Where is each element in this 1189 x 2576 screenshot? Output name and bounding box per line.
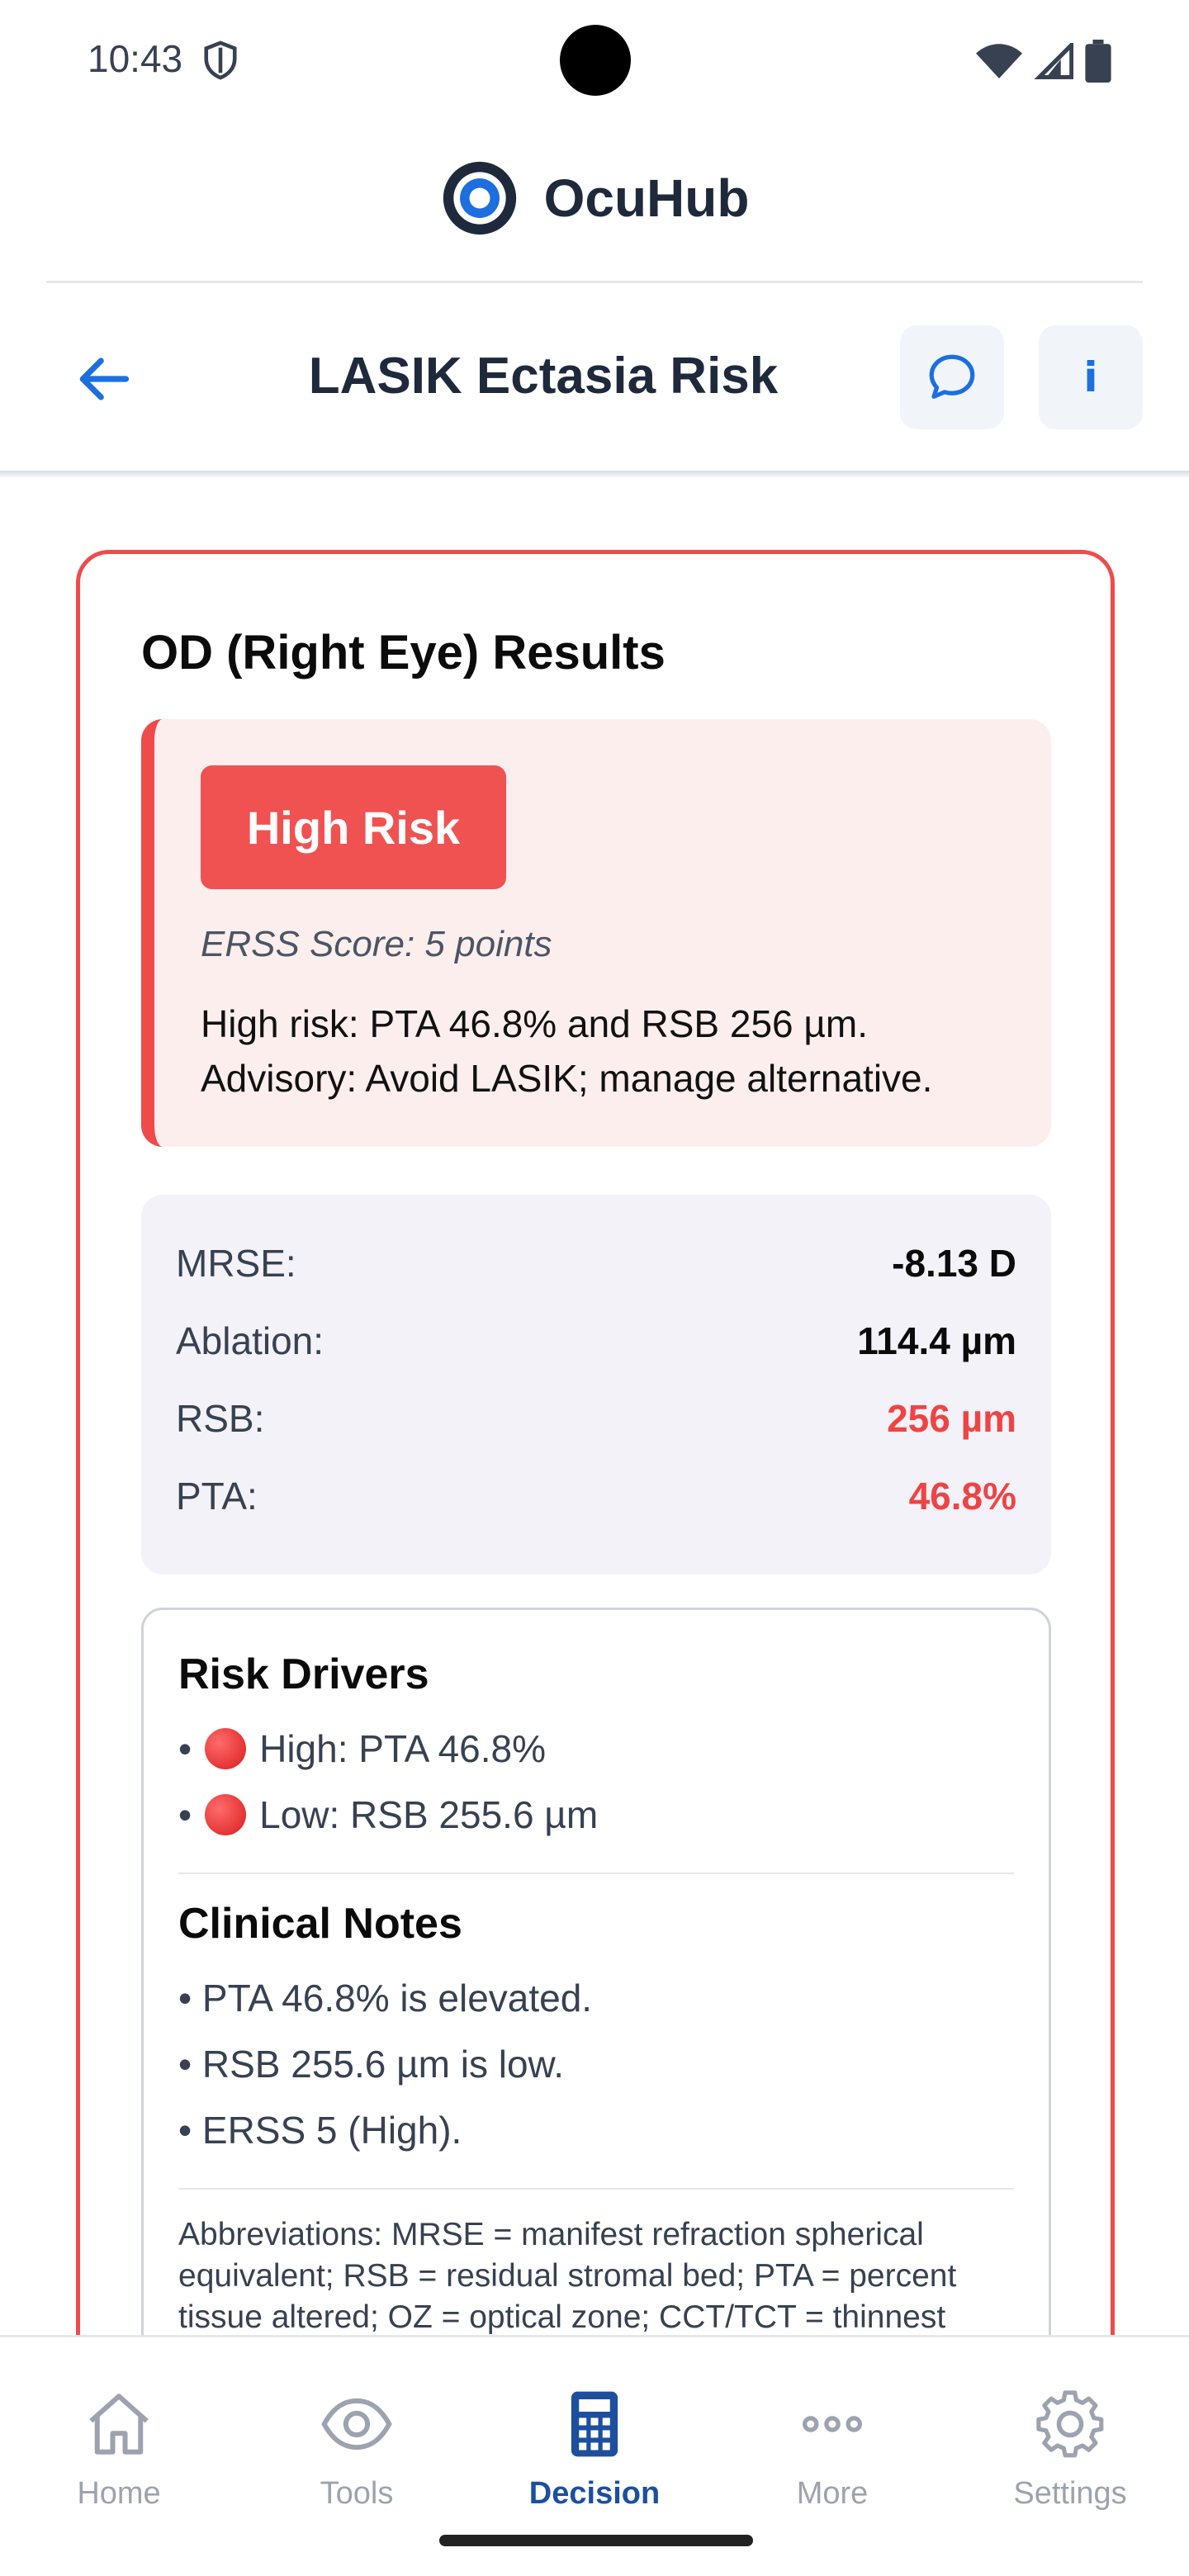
result-title: OD (Right Eye) Results xyxy=(141,626,666,680)
gear-icon xyxy=(1036,2390,1104,2458)
risk-badge: High Risk xyxy=(201,765,506,889)
nav-label: Settings xyxy=(1013,2476,1127,2511)
metric-row-rsb: RSB: 256 µm xyxy=(176,1396,1016,1474)
calculator-icon xyxy=(571,2391,618,2457)
app-title: OcuHub xyxy=(543,168,750,228)
clinical-note-item: • PTA 46.8% is elevated. xyxy=(178,1977,593,2020)
app-logo-icon xyxy=(443,161,516,235)
risk-driver-item: • High: PTA 46.8% xyxy=(178,1716,1014,1782)
wifi-icon xyxy=(976,44,1022,78)
risk-panel: High Risk ERSS Score: 5 points High risk… xyxy=(141,719,1051,1147)
bullet-icon: • xyxy=(178,1793,192,1836)
metric-value: 114.4 µm xyxy=(857,1319,1016,1362)
nav-decision[interactable]: Decision xyxy=(495,2387,694,2519)
app-header: OcuHub xyxy=(0,149,1189,248)
result-card: OD (Right Eye) Results High Risk ERSS Sc… xyxy=(76,550,1115,2516)
metric-label: RSB: xyxy=(176,1397,265,1440)
info-icon: i xyxy=(1083,353,1098,401)
metric-value-alert: 256 µm xyxy=(887,1397,1016,1440)
risk-description-line: High risk: PTA 46.8% and RSB 256 µm. xyxy=(201,1002,869,1045)
info-button[interactable]: i xyxy=(1039,325,1143,429)
risk-advisory-line: Advisory: Avoid LASIK; manage alternativ… xyxy=(201,1057,933,1100)
signal-icon xyxy=(1034,43,1073,79)
section-divider xyxy=(178,2188,1014,2190)
home-indicator[interactable] xyxy=(439,2535,753,2546)
toolbar-shadow xyxy=(0,471,1189,477)
nav-label: Decision xyxy=(528,2476,661,2511)
eye-icon xyxy=(321,2398,392,2451)
battery-icon xyxy=(1085,40,1111,83)
nav-settings[interactable]: Settings xyxy=(971,2387,1169,2519)
metric-label: Ablation: xyxy=(176,1319,324,1362)
nav-more[interactable]: More xyxy=(733,2387,931,2519)
risk-drivers-heading: Risk Drivers xyxy=(178,1650,429,1698)
risk-description: High risk: PTA 46.8% and RSB 256 µm. Adv… xyxy=(201,997,932,1106)
abbreviations-text: Abbreviations: MRSE = manifest refractio… xyxy=(178,2217,957,2335)
camera-cutout xyxy=(560,25,631,96)
more-dots-icon xyxy=(802,2416,863,2432)
nav-label: More xyxy=(796,2476,869,2511)
clinical-note-item: • RSB 255.6 µm is low. xyxy=(178,2043,565,2086)
risk-driver-text: High: PTA 46.8% xyxy=(259,1727,546,1770)
clinical-note-item: • ERSS 5 (High). xyxy=(178,2109,462,2152)
metric-row-pta: PTA: 46.8% xyxy=(176,1474,1016,1551)
metric-value-alert: 46.8% xyxy=(908,1475,1016,1518)
metric-label: MRSE: xyxy=(176,1242,296,1285)
clinical-notes-heading: Clinical Notes xyxy=(178,1900,462,1948)
home-icon xyxy=(89,2394,149,2455)
header-divider xyxy=(46,281,1143,283)
nav-home[interactable]: Home xyxy=(20,2387,218,2519)
nav-label: Home xyxy=(77,2476,161,2511)
red-circle-icon xyxy=(205,1728,247,1769)
status-bar: 10:43 xyxy=(0,0,1189,116)
status-icons xyxy=(976,40,1111,83)
page-toolbar: LASIK Ectasia Risk i xyxy=(0,322,1189,431)
nav-label: Tools xyxy=(320,2476,394,2511)
risk-driver-text: Low: RSB 255.6 µm xyxy=(259,1793,599,1836)
metric-row-ablation: Ablation: 114.4 µm xyxy=(176,1319,1016,1396)
nav-tools[interactable]: Tools xyxy=(258,2387,456,2519)
metric-label: PTA: xyxy=(176,1475,258,1518)
chat-button[interactable] xyxy=(900,325,1004,429)
chat-bubble-icon xyxy=(929,354,975,399)
erss-score: ERSS Score: 5 points xyxy=(201,924,552,964)
metrics-panel: MRSE: -8.13 D Ablation: 114.4 µm RSB: 25… xyxy=(141,1195,1051,1574)
risk-driver-item: • Low: RSB 255.6 µm xyxy=(178,1782,1014,1848)
bullet-icon: • xyxy=(178,1727,192,1770)
metric-row-mrse: MRSE: -8.13 D xyxy=(176,1241,1016,1319)
red-circle-icon xyxy=(205,1794,247,1835)
metric-value: -8.13 D xyxy=(892,1242,1016,1285)
section-divider xyxy=(178,1873,1014,1874)
status-time: 10:43 xyxy=(88,37,183,80)
shield-icon xyxy=(204,40,237,80)
